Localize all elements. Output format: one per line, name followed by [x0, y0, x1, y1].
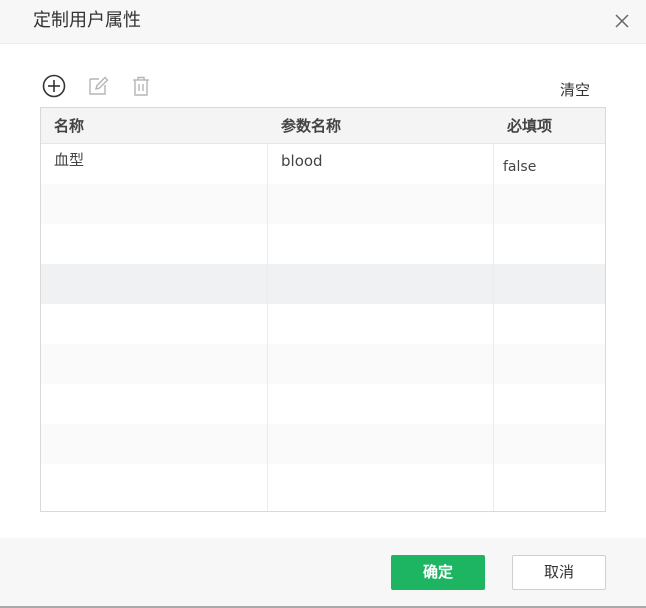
table-row-empty: [41, 424, 605, 464]
column-header-param[interactable]: 参数名称: [281, 108, 341, 144]
table-row-empty: [41, 304, 605, 344]
close-button[interactable]: [611, 10, 633, 32]
clear-link[interactable]: 清空: [560, 80, 590, 100]
ok-button[interactable]: 确定: [391, 555, 485, 590]
column-header-required[interactable]: 必填项: [507, 108, 552, 144]
column-divider: [267, 144, 268, 511]
delete-button[interactable]: [127, 72, 155, 100]
toolbar: 清空: [40, 72, 606, 100]
table-row-empty: [41, 344, 605, 384]
custom-user-attributes-dialog: 定制用户属性 清空 名称 参数名称 必填项 血型 blood false 确定 …: [0, 0, 646, 608]
column-divider: [493, 144, 494, 511]
cancel-button[interactable]: 取消: [512, 555, 606, 590]
dialog-header: 定制用户属性: [0, 0, 646, 44]
add-button[interactable]: [40, 72, 68, 100]
attributes-table: 名称 参数名称 必填项 血型 blood false: [40, 107, 606, 512]
close-icon: [615, 14, 629, 28]
plus-circle-icon: [42, 74, 66, 98]
table-row-empty: [41, 264, 605, 304]
cell-name: 血型: [54, 151, 85, 169]
table-row[interactable]: 血型 blood false: [41, 144, 605, 184]
edit-button[interactable]: [84, 72, 112, 100]
cell-param: blood: [281, 152, 323, 170]
dialog-title: 定制用户属性: [33, 10, 141, 31]
table-header: 名称 参数名称 必填项: [41, 108, 605, 144]
table-row-empty: [41, 384, 605, 424]
column-header-name[interactable]: 名称: [54, 108, 84, 144]
table-row-empty: [41, 224, 605, 264]
table-row-empty: [41, 184, 605, 224]
table-row-empty: [41, 464, 605, 504]
cell-required: false: [503, 159, 537, 175]
trash-icon: [133, 76, 149, 96]
edit-icon: [89, 76, 109, 95]
dialog-footer: 确定 取消: [0, 538, 646, 608]
